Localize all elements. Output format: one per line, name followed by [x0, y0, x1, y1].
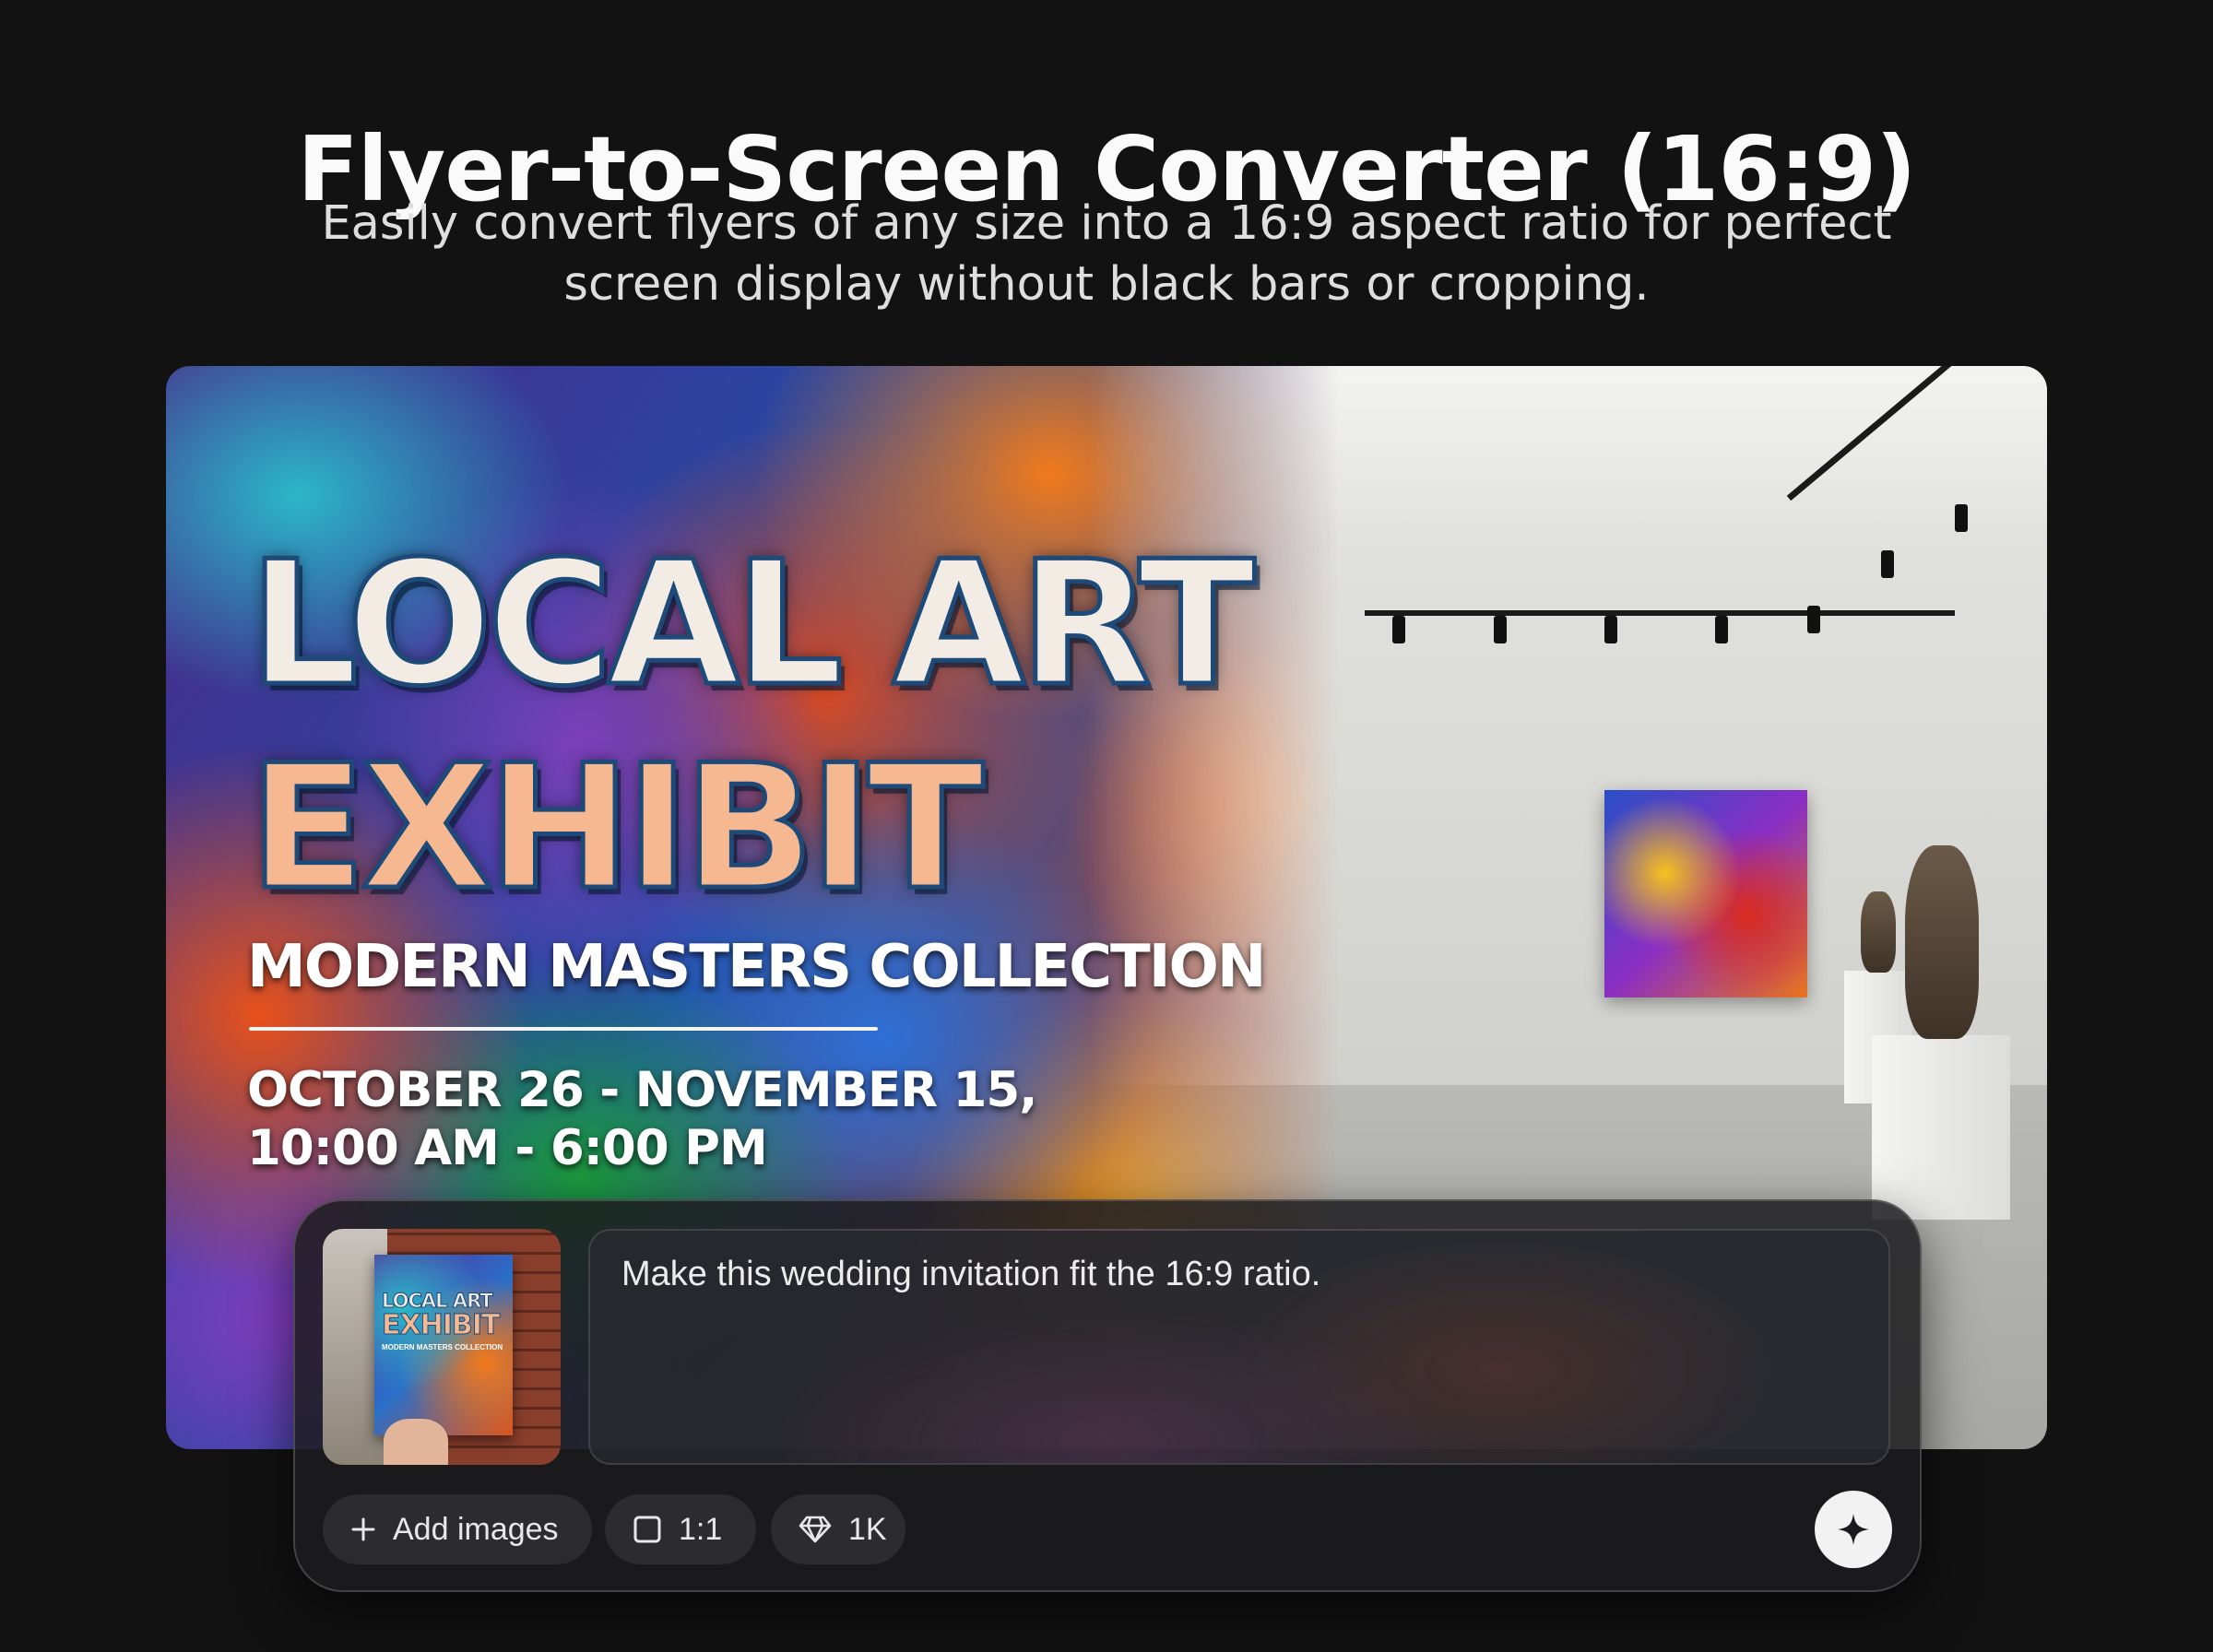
spotlight — [1715, 616, 1728, 643]
gallery-statue — [1905, 845, 1979, 1039]
aspect-ratio-label: 1:1 — [679, 1511, 723, 1547]
prompt-composer: LOCAL ART EXHIBIT MODERN MASTERS COLLECT… — [293, 1199, 1922, 1592]
thumbnail-flyer-subtitle: MODERN MASTERS COLLECTION — [382, 1343, 503, 1351]
resolution-label: 1K — [848, 1511, 887, 1547]
add-images-label: Add images — [393, 1511, 559, 1547]
gallery-painting — [1604, 790, 1807, 997]
track-light-rail — [1365, 610, 1955, 616]
spotlight — [1494, 616, 1507, 643]
sparkle-icon — [1835, 1511, 1872, 1548]
spotlight — [1955, 504, 1968, 532]
spotlight — [1392, 616, 1405, 643]
add-images-button[interactable]: Add images — [323, 1494, 592, 1564]
aspect-ratio-button[interactable]: 1:1 — [605, 1494, 756, 1564]
spotlight — [1604, 616, 1617, 643]
generate-button[interactable] — [1815, 1491, 1892, 1568]
spotlight — [1881, 550, 1894, 578]
gallery-pedestal — [1872, 1035, 2010, 1220]
page-subtitle: Easily convert flyers of any size into a… — [321, 196, 1892, 312]
flyer-divider — [249, 1027, 878, 1031]
prompt-input[interactable]: Make this wedding invitation fit the 16:… — [588, 1229, 1890, 1465]
flyer-subtitle: MODERN MASTERS COLLECTION — [247, 933, 1266, 1001]
gallery-statue — [1861, 891, 1896, 973]
thumbnail-flyer-title: LOCAL ART EXHIBIT — [382, 1290, 520, 1341]
diamond-icon — [799, 1515, 832, 1544]
flyer-dates: OCTOBER 26 - NOVEMBER 15, — [247, 1062, 1037, 1118]
thumbnail-hand — [384, 1419, 448, 1465]
flyer-title-line-2: EXHIBIT — [246, 727, 986, 927]
flyer-title-line-1: LOCAL ART — [246, 524, 1257, 724]
gallery-ceiling — [1088, 366, 2047, 532]
square-icon — [633, 1515, 662, 1544]
uploaded-image-thumbnail[interactable]: LOCAL ART EXHIBIT MODERN MASTERS COLLECT… — [323, 1229, 561, 1465]
thumbnail-title-line-2: EXHIBIT — [382, 1309, 501, 1341]
plus-icon — [350, 1516, 376, 1542]
flyer-hours: 10:00 AM - 6:00 PM — [247, 1120, 768, 1176]
spotlight — [1807, 606, 1820, 633]
resolution-button[interactable]: 1K — [771, 1494, 905, 1564]
